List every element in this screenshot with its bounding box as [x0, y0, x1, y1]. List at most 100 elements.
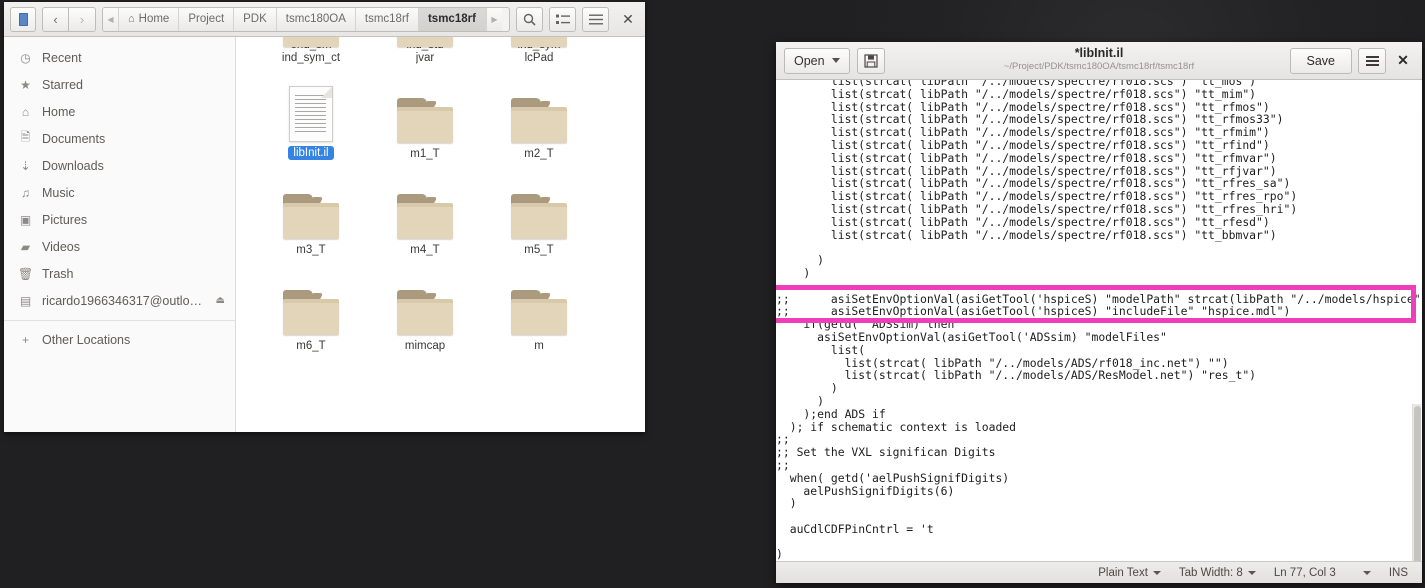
editor-status-bar: Plain Text Tab Width: 8 Ln 77, Col 3 INS — [776, 561, 1422, 583]
close-icon: ✕ — [622, 10, 634, 27]
window-icon-button[interactable] — [10, 6, 36, 32]
home-icon: ⌂ — [128, 13, 135, 25]
sidebar-item-recent[interactable]: ◷ Recent — [4, 44, 235, 71]
file-label: ind_sym_ct — [281, 52, 341, 64]
sidebar-item-other-locations[interactable]: + Other Locations — [4, 326, 235, 353]
close-icon: ✕ — [1397, 52, 1409, 68]
breadcrumb-scroll-left-icon[interactable]: ◀ — [103, 7, 119, 31]
breadcrumb-item-home[interactable]: ⌂ Home — [119, 7, 180, 31]
sidebar-item-home[interactable]: ⌂ Home — [4, 98, 235, 125]
file-item[interactable]: ind_sym_ct — [254, 37, 368, 66]
breadcrumb: ◀ ⌂ Home Project PDK tsmc180OA tsmc18rf … — [102, 6, 510, 32]
cursor-position-label: Ln 77, Col 3 — [1273, 566, 1336, 579]
sidebar-item-starred[interactable]: ★ Starred — [4, 71, 235, 98]
file-label: m1_T — [410, 148, 440, 160]
camera-icon: ▣ — [19, 212, 32, 227]
folder-icon — [511, 98, 567, 143]
editor-close-button[interactable]: ✕ — [1392, 48, 1414, 74]
breadcrumb-item-tsmc18rf[interactable]: tsmc18rf — [355, 7, 419, 31]
language-selector[interactable]: Plain Text — [1098, 567, 1161, 579]
sidebar-item-drive[interactable]: ▤ ricardo1966346317@outlook.com ⏏ — [4, 287, 235, 314]
sidebar-item-pictures[interactable]: ▣ Pictures — [4, 206, 235, 233]
scrollbar-thumb[interactable] — [1414, 406, 1421, 561]
code-line: list(strcat( libPath "/../models/spectre… — [776, 214, 1270, 229]
file-label: mimcap — [404, 340, 446, 352]
file-item[interactable]: m1_T — [368, 66, 482, 162]
save-button-label: Save — [1306, 53, 1336, 68]
code-line: list(strcat( libPath "/../models/spectre… — [776, 86, 1257, 101]
main-menu-button[interactable] — [582, 6, 609, 32]
file-label: lcPad — [524, 52, 554, 64]
file-item[interactable]: m5_T — [482, 162, 596, 258]
language-label: Plain Text — [1098, 566, 1148, 579]
breadcrumb-scroll-right-icon[interactable]: ▶ — [485, 7, 502, 31]
file-list-view[interactable]: end_sm ind_std ind_sym ind_sym_ct jvar l… — [236, 37, 645, 432]
breadcrumb-item-project[interactable]: Project — [179, 7, 235, 31]
file-label: m5_T — [524, 244, 554, 256]
file-item[interactable]: m3_T — [254, 162, 368, 258]
sidebar-item-videos[interactable]: ▰ Videos — [4, 233, 235, 260]
music-icon: ♫ — [21, 185, 30, 200]
sidebar-item-downloads[interactable]: ⇣ Downloads — [4, 152, 235, 179]
breadcrumb-item-pdk[interactable]: PDK — [234, 7, 277, 31]
file-item[interactable]: m6_T — [254, 258, 368, 354]
eject-icon[interactable]: ⏏ — [216, 295, 225, 306]
file-grid: ind_sym_ct jvar lcPad libInit.il m1_T m2… — [236, 37, 645, 354]
breadcrumb-item-tsmc180oa[interactable]: tsmc180OA — [276, 7, 356, 31]
hamburger-menu-icon — [1365, 55, 1379, 66]
sidebar-item-documents[interactable]: 🗎 Documents — [4, 125, 235, 152]
code-line: );end ADS if — [776, 406, 886, 421]
code-line: auCdlCDFPinCntrl = 't — [776, 521, 934, 536]
insert-mode-indicator[interactable]: INS — [1389, 567, 1408, 579]
code-line: list(strcat( libPath "/../models/spectre… — [776, 137, 1270, 152]
open-button-label: Open — [794, 53, 825, 68]
sidebar-item-trash[interactable]: 🗑 Trash — [4, 260, 235, 287]
file-item[interactable]: m2_T — [482, 66, 596, 162]
star-icon: ★ — [20, 77, 31, 92]
save-as-button[interactable] — [856, 47, 885, 74]
file-item[interactable]: jvar — [368, 37, 482, 66]
sidebar-item-label: Trash — [42, 266, 74, 281]
file-item[interactable]: lcPad — [482, 37, 596, 66]
tab-width-selector[interactable]: Tab Width: 8 — [1179, 567, 1256, 579]
breadcrumb-label: tsmc180OA — [285, 13, 346, 25]
code-editor-area[interactable]: list(strcat( libPath "/../models/spectre… — [776, 80, 1422, 561]
search-button[interactable] — [516, 6, 543, 32]
open-button[interactable]: Open — [784, 47, 850, 74]
sidebar-item-label: Starred — [42, 77, 83, 92]
code-line: ;; Set the VXL significan Digits — [776, 445, 996, 460]
file-item[interactable]: m — [482, 258, 596, 354]
folder-icon — [511, 194, 567, 239]
chevron-down-icon — [1362, 570, 1371, 575]
file-item[interactable]: mimcap — [368, 258, 482, 354]
editor-vertical-scrollbar[interactable] — [1412, 404, 1421, 561]
editor-menu-button[interactable] — [1358, 47, 1386, 74]
code-text: list(strcat( libPath "/../models/spectre… — [776, 80, 1422, 561]
file-label: jvar — [415, 52, 435, 64]
back-button[interactable]: ‹ — [42, 6, 69, 32]
folder-icon — [397, 290, 453, 335]
breadcrumb-label: Home — [138, 13, 170, 25]
cursor-position-selector[interactable]: Ln 77, Col 3 — [1274, 567, 1371, 579]
document-icon — [289, 86, 333, 142]
text-editor-window: Open *libInit.il ~/Project/PDK/tsmc180OA… — [776, 42, 1422, 583]
file-item-libinit[interactable]: libInit.il — [254, 66, 368, 162]
code-line: aelPushSignifDigits(6) — [776, 483, 955, 498]
forward-button[interactable]: › — [69, 6, 96, 32]
window-close-button[interactable]: ✕ — [617, 7, 639, 32]
sidebar-item-music[interactable]: ♫ Music — [4, 179, 235, 206]
breadcrumb-label: tsmc18rf — [427, 13, 476, 25]
breadcrumb-item-tsmc18rf-current[interactable]: tsmc18rf — [418, 7, 486, 31]
view-options-button[interactable] — [549, 6, 576, 32]
code-line: ) — [776, 547, 783, 561]
file-manager-header: ‹ › ◀ ⌂ Home Project PDK tsmc180OA tsmc1… — [4, 2, 645, 37]
sidebar-item-label: Music — [42, 185, 75, 200]
file-label: m6_T — [296, 340, 326, 352]
code-line: ;; — [776, 457, 790, 472]
hamburger-menu-icon — [588, 14, 603, 24]
code-line: ); if schematic context is loaded — [776, 419, 1017, 434]
file-item[interactable]: m4_T — [368, 162, 482, 258]
save-button[interactable]: Save — [1289, 47, 1352, 74]
editor-header: Open *libInit.il ~/Project/PDK/tsmc180OA… — [776, 42, 1422, 80]
